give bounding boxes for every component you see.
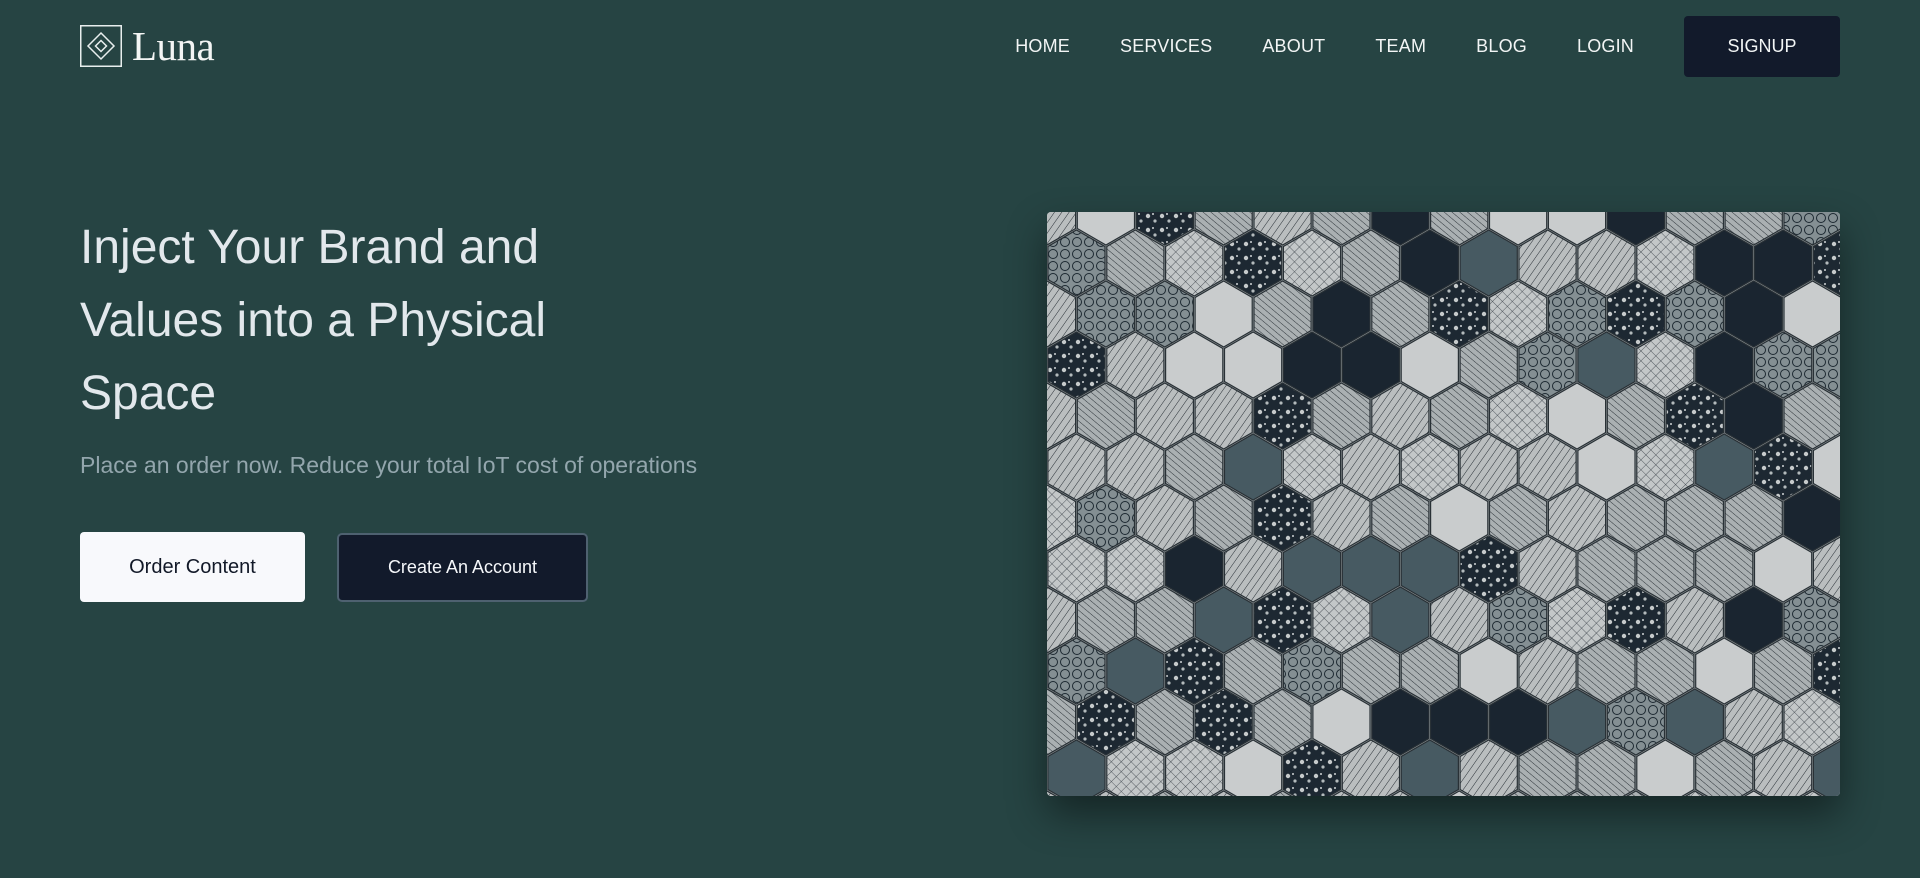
nav-about[interactable]: ABOUT (1262, 36, 1325, 57)
nav-login[interactable]: LOGIN (1577, 36, 1634, 57)
nav-blog[interactable]: BLOG (1476, 36, 1527, 57)
hero-subtitle: Place an order now. Reduce your total Io… (80, 452, 698, 478)
nav-services[interactable]: SERVICES (1120, 36, 1212, 57)
order-content-button[interactable]: Order Content (80, 532, 305, 602)
diamond-in-square-icon (80, 25, 122, 67)
nav-team[interactable]: TEAM (1375, 36, 1426, 57)
brand-name: Luna (132, 23, 215, 69)
brand-logo[interactable]: Luna (80, 23, 215, 69)
create-account-button[interactable]: Create An Account (337, 533, 588, 602)
main-nav: HOME SERVICES ABOUT TEAM BLOG LOGIN SIGN… (1015, 15, 1840, 77)
landing-page: Luna HOME SERVICES ABOUT TEAM BLOG LOGIN… (0, 0, 1920, 878)
signup-button[interactable]: SIGNUP (1684, 15, 1840, 77)
nav-home[interactable]: HOME (1015, 36, 1070, 57)
hexagon-tile-pattern (1047, 212, 1840, 796)
hero-title: Inject Your Brand and Values into a Phys… (80, 221, 547, 420)
hero-image (1047, 212, 1840, 796)
